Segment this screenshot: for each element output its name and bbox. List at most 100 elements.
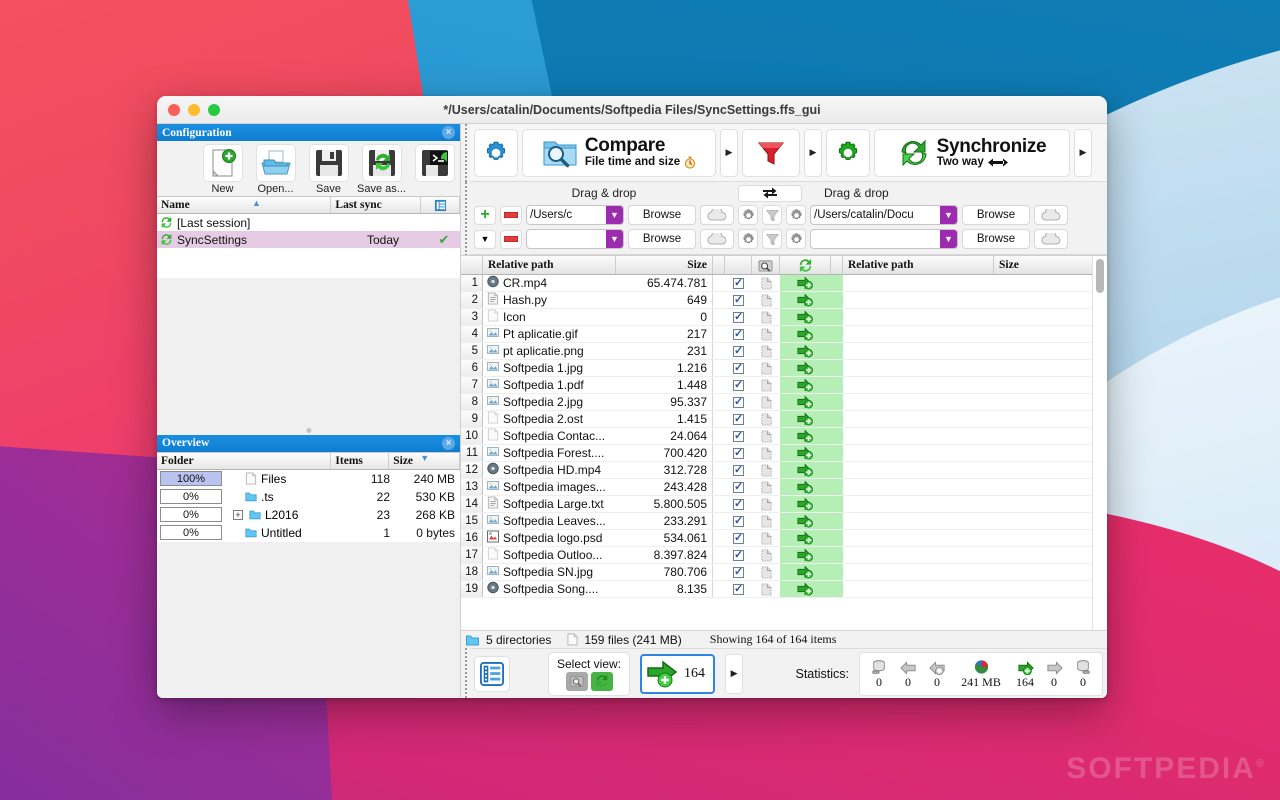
file-comparison-grid[interactable]: Relative path Size Relative path Size 1 … xyxy=(461,255,1107,630)
row-sync-action[interactable] xyxy=(780,377,831,393)
table-row[interactable]: 14 Softpedia Large.txt 5.800.505 xyxy=(461,496,1092,513)
minimize-window-button[interactable] xyxy=(188,103,200,116)
overview-col-size[interactable]: Size ▼ xyxy=(389,452,461,469)
checkbox-icon[interactable] xyxy=(733,293,744,306)
right-browse-button-2[interactable]: Browse xyxy=(962,229,1030,249)
synchronize-button[interactable]: Synchronize Two way xyxy=(874,128,1070,177)
remove-pair-button[interactable] xyxy=(500,229,522,249)
row-sync-action[interactable] xyxy=(780,496,831,512)
compare-button[interactable]: Compare File time and size xyxy=(522,128,716,177)
row-checkbox[interactable] xyxy=(725,394,752,410)
grid-col-left-size[interactable]: Size xyxy=(616,256,713,274)
row-preview-cell[interactable] xyxy=(752,411,780,427)
grid-col-sync-action[interactable] xyxy=(780,256,831,274)
checkbox-icon[interactable] xyxy=(733,361,744,374)
right-cloud-button[interactable] xyxy=(1034,205,1068,225)
left-cloud-button-2[interactable] xyxy=(700,229,734,249)
row-checkbox[interactable] xyxy=(725,343,752,359)
table-row[interactable]: 3 Icon 0 xyxy=(461,309,1092,326)
table-row[interactable]: 8 Softpedia 2.jpg 95.337 xyxy=(461,394,1092,411)
row-sync-action[interactable] xyxy=(780,479,831,495)
row-sync-action[interactable] xyxy=(780,513,831,529)
checkbox-icon[interactable] xyxy=(733,463,744,476)
window-titlebar[interactable]: */Users/catalin/Documents/Softpedia File… xyxy=(157,96,1107,124)
bottom-toolbar[interactable]: Select view: 164 ▶ Statistics: 0 0 0 241… xyxy=(470,648,1107,698)
row-checkbox[interactable] xyxy=(725,309,752,325)
table-row[interactable]: 5 pt aplicatie.png 231 xyxy=(461,343,1092,360)
row-checkbox[interactable] xyxy=(725,513,752,529)
table-row[interactable]: 1 CR.mp4 65.474.781 xyxy=(461,275,1092,292)
left-cloud-button[interactable] xyxy=(700,205,734,225)
new-config-button[interactable]: New xyxy=(197,144,248,195)
table-row[interactable]: 9 Softpedia 2.ost 1.415 xyxy=(461,411,1092,428)
scrollbar-thumb[interactable] xyxy=(1096,259,1104,293)
compare-settings-button[interactable] xyxy=(474,128,518,177)
table-row[interactable]: 12 Softpedia HD.mp4 312.728 xyxy=(461,462,1092,479)
toolbar-grip-handle[interactable] xyxy=(461,124,470,182)
row-checkbox[interactable] xyxy=(725,292,752,308)
right-path-input-2[interactable]: ▼ xyxy=(810,229,958,249)
overview-col-items[interactable]: Items xyxy=(331,452,390,469)
row-preview-cell[interactable] xyxy=(752,530,780,546)
row-sync-action[interactable] xyxy=(780,309,831,325)
saveas-config-button[interactable]: Save as... xyxy=(356,144,407,195)
left-path-input-2[interactable]: ▼ xyxy=(526,229,624,249)
table-row[interactable]: 18 Softpedia SN.jpg 780.706 xyxy=(461,564,1092,581)
overview-row[interactable]: 0% Untitled 1 0 bytes xyxy=(157,524,460,542)
checkbox-icon[interactable] xyxy=(733,446,744,459)
row-checkbox[interactable] xyxy=(725,581,752,597)
checkbox-icon[interactable] xyxy=(733,497,744,510)
open-config-button[interactable]: Open... xyxy=(250,144,301,195)
table-row[interactable]: 17 Softpedia Outloo... 8.397.824 xyxy=(461,547,1092,564)
row-preview-cell[interactable] xyxy=(752,360,780,376)
row-sync-action[interactable] xyxy=(780,581,831,597)
count-dropdown-button[interactable]: ▶ xyxy=(725,653,744,694)
row-preview-cell[interactable] xyxy=(752,309,780,325)
checkbox-icon[interactable] xyxy=(733,514,744,527)
row-checkbox[interactable] xyxy=(725,275,752,291)
row-checkbox[interactable] xyxy=(725,496,752,512)
row-checkbox[interactable] xyxy=(725,462,752,478)
row-sync-action[interactable] xyxy=(780,530,831,546)
row-checkbox[interactable] xyxy=(725,428,752,444)
filter-dropdown-button[interactable]: ▶ xyxy=(804,128,822,177)
row-preview-cell[interactable] xyxy=(752,377,780,393)
right-browse-button[interactable]: Browse xyxy=(962,205,1030,225)
row-sync-action[interactable] xyxy=(780,343,831,359)
row-checkbox[interactable] xyxy=(725,530,752,546)
row-sync-action[interactable] xyxy=(780,292,831,308)
left-browse-button-2[interactable]: Browse xyxy=(628,229,696,249)
grid-col-preview[interactable] xyxy=(752,256,780,274)
config-col-lastsync[interactable]: Last sync xyxy=(331,197,422,213)
checkbox-icon[interactable] xyxy=(733,276,744,289)
right-local-settings-button-2[interactable] xyxy=(786,229,806,249)
config-row-syncsettings[interactable]: SyncSettings Today ✔ xyxy=(157,231,460,248)
batch-job-button[interactable] xyxy=(409,144,460,195)
row-checkbox[interactable] xyxy=(725,479,752,495)
checkbox-icon[interactable] xyxy=(733,378,744,391)
checkbox-icon[interactable] xyxy=(733,548,744,561)
table-row[interactable]: 11 Softpedia Forest.... 700.420 xyxy=(461,445,1092,462)
checkbox-icon[interactable] xyxy=(733,480,744,493)
row-preview-cell[interactable] xyxy=(752,564,780,580)
config-row-last-session[interactable]: [Last session] xyxy=(157,214,460,231)
row-preview-cell[interactable] xyxy=(752,275,780,291)
list-view-button[interactable] xyxy=(474,655,510,692)
close-window-button[interactable] xyxy=(168,103,180,116)
file-grid-header[interactable]: Relative path Size Relative path Size xyxy=(461,256,1092,275)
row-preview-cell[interactable] xyxy=(752,394,780,410)
row-preview-cell[interactable] xyxy=(752,445,780,461)
checkbox-icon[interactable] xyxy=(733,565,744,578)
remove-pair-button[interactable] xyxy=(500,205,522,225)
row-checkbox[interactable] xyxy=(725,411,752,427)
table-row[interactable]: 19 Softpedia Song.... 8.135 xyxy=(461,581,1092,598)
checkbox-icon[interactable] xyxy=(733,412,744,425)
configuration-list-header[interactable]: Name ▲ Last sync xyxy=(157,196,460,214)
row-preview-cell[interactable] xyxy=(752,496,780,512)
row-preview-cell[interactable] xyxy=(752,547,780,563)
table-row[interactable]: 15 Softpedia Leaves... 233.291 xyxy=(461,513,1092,530)
vertical-scrollbar[interactable] xyxy=(1092,256,1107,630)
close-icon[interactable]: × xyxy=(442,436,455,450)
sync-view-icon[interactable] xyxy=(590,671,613,691)
row-checkbox[interactable] xyxy=(725,326,752,342)
